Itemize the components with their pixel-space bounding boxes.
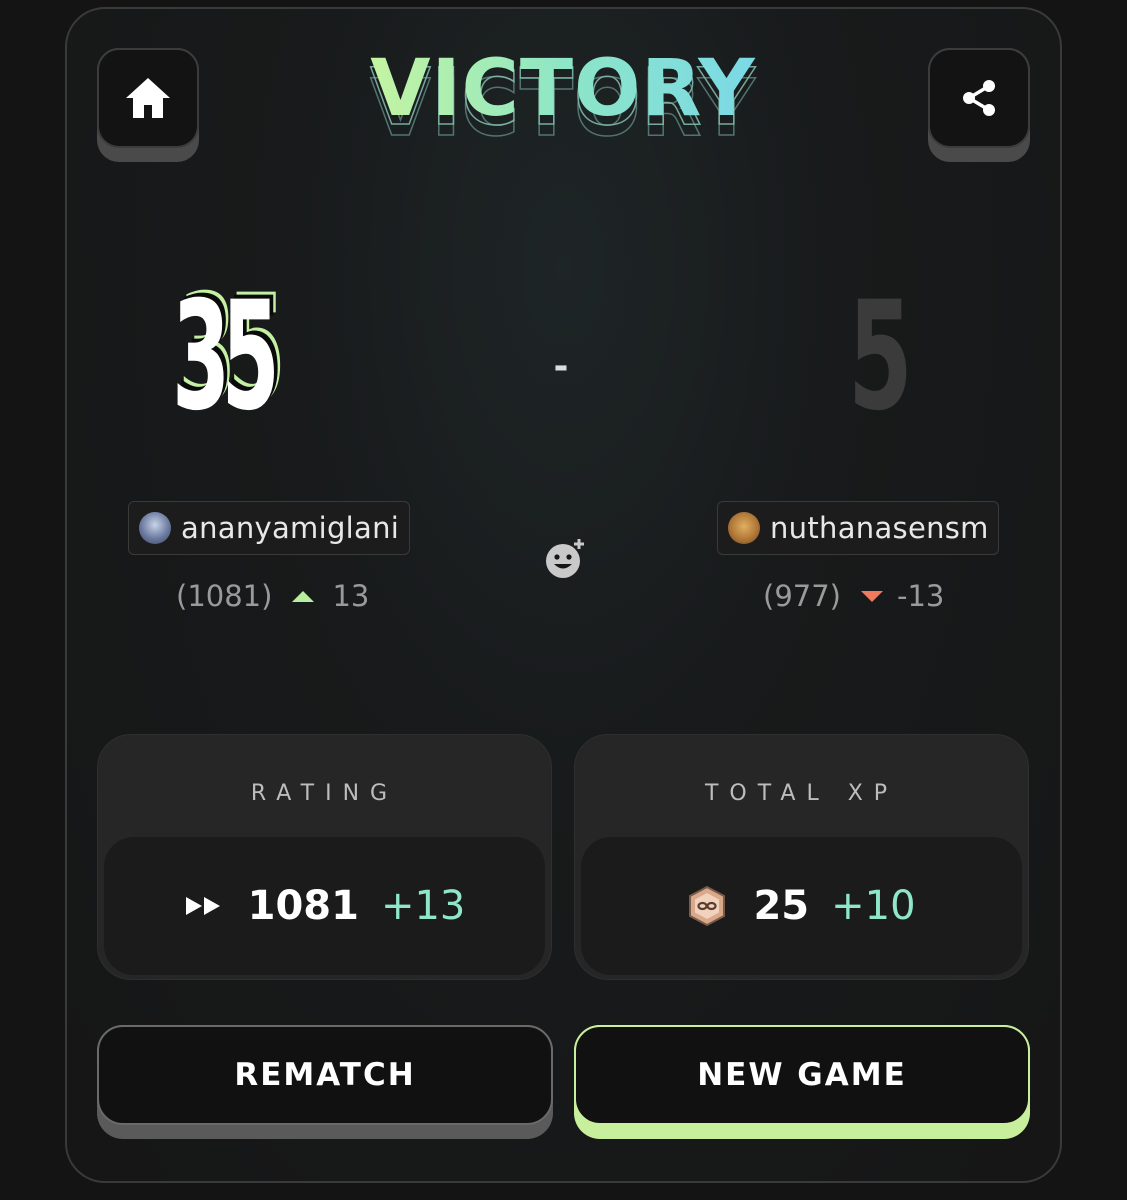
rating-delta-left: 13 xyxy=(332,579,370,613)
player-score-right: 5 xyxy=(848,270,913,444)
rating-delta: +13 xyxy=(380,883,466,929)
share-icon xyxy=(963,80,995,116)
new-game-button[interactable]: NEW GAME xyxy=(574,1025,1030,1139)
rating-value: 1081 xyxy=(247,883,359,929)
home-button[interactable] xyxy=(97,48,199,162)
score-separator: - xyxy=(553,346,569,387)
arrow-up-icon xyxy=(292,590,315,602)
player-chip-left[interactable]: ananyamiglani xyxy=(128,501,410,555)
rematch-label: REMATCH xyxy=(97,1025,553,1125)
player-rating-left: (1081) xyxy=(176,579,273,613)
share-button[interactable] xyxy=(928,48,1030,162)
player-name-right: nuthanasensm xyxy=(770,511,989,545)
avatar xyxy=(728,512,760,544)
rating-value-panel: 1081 +13 xyxy=(104,837,545,975)
page-title: VICTORY xyxy=(363,50,763,128)
add-reaction-button[interactable] xyxy=(543,537,587,581)
emoji-add-icon xyxy=(546,539,584,578)
rating-card: RATING 1081 +13 xyxy=(97,734,552,980)
player-score-left: 35 xyxy=(172,270,280,444)
player-chip-right[interactable]: nuthanasensm xyxy=(717,501,999,555)
rating-change-left: (1081) 13 xyxy=(176,576,369,616)
new-game-label: NEW GAME xyxy=(574,1025,1030,1125)
xp-value: 25 xyxy=(753,883,810,929)
victory-title: VICTORY VICTORY VICTORY xyxy=(363,48,763,158)
player-name-left: ananyamiglani xyxy=(181,511,400,545)
rating-change-right: (977) -13 xyxy=(763,576,944,616)
xp-delta: +10 xyxy=(831,883,916,929)
rematch-button[interactable]: REMATCH xyxy=(97,1025,553,1139)
fast-forward-icon xyxy=(185,897,220,915)
xp-value-panel: 25 +10 xyxy=(581,837,1022,975)
xp-card: TOTAL XP 25 +10 xyxy=(574,734,1029,980)
xp-badge-icon xyxy=(689,885,726,927)
home-icon xyxy=(126,78,170,118)
avatar xyxy=(139,512,171,544)
player-rating-right: (977) xyxy=(763,579,841,613)
xp-label: TOTAL XP xyxy=(704,781,899,806)
arrow-down-icon xyxy=(860,590,883,602)
rating-label: RATING xyxy=(250,781,399,806)
rating-delta-right: -13 xyxy=(896,579,945,613)
